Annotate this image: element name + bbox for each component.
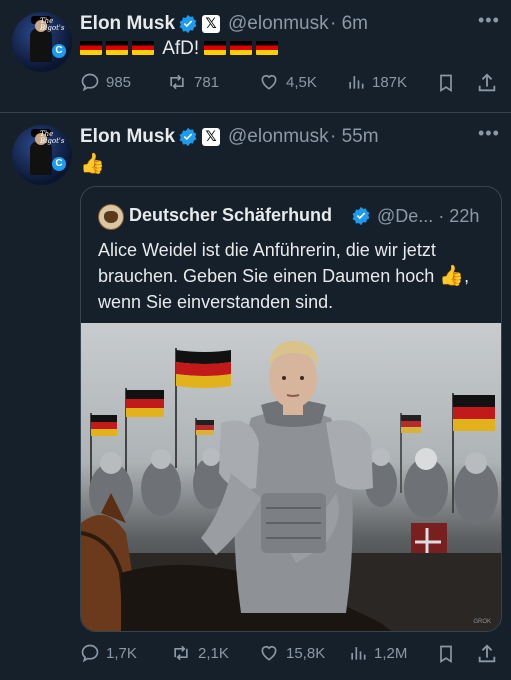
- tweet-time[interactable]: · 6m: [330, 13, 368, 35]
- views-button[interactable]: 187K: [346, 72, 407, 92]
- verified-icon: [179, 127, 197, 147]
- author-name[interactable]: Elon Musk: [80, 13, 175, 35]
- like-count: 4,5K: [286, 73, 317, 91]
- flag-de-icon: [132, 41, 154, 55]
- quoted-text-part1: Alice Weidel ist die Anführerin, die wir…: [98, 240, 436, 286]
- thumbs-up-emoji: 👍: [80, 153, 105, 175]
- quoted-tweet[interactable]: Deutscher Schäferhund @De... · 22h Alice…: [80, 186, 502, 632]
- more-icon[interactable]: •••: [478, 123, 500, 144]
- tweet-time[interactable]: · 55m: [330, 126, 379, 148]
- reply-icon: [81, 644, 99, 663]
- repost-button[interactable]: 2,1K: [170, 643, 229, 663]
- reply-icon: [81, 73, 99, 92]
- views-icon: [349, 76, 364, 89]
- views-count: 187K: [372, 73, 408, 91]
- like-button[interactable]: 4,5K: [258, 72, 317, 92]
- avatar-logo: C: [52, 44, 66, 58]
- quoted-author-handle[interactable]: @De... · 22h: [377, 206, 479, 227]
- tweet-2[interactable]: The Bigot's C Elon Musk 𝕏 @elonmusk · 55…: [0, 113, 511, 680]
- thumbs-up-emoji: 👍: [439, 265, 465, 287]
- reply-count: 985: [106, 73, 132, 91]
- share-icon[interactable]: [476, 72, 498, 94]
- knight-illustration: [81, 341, 501, 631]
- like-icon: [261, 74, 277, 90]
- quoted-time: · 22h: [438, 206, 480, 226]
- action-bar: 985 781 4,5K 187K: [80, 72, 500, 96]
- reply-button[interactable]: 1,7K: [80, 643, 137, 663]
- avatar[interactable]: The Bigot's C: [12, 12, 72, 72]
- bookmark-icon[interactable]: [436, 72, 456, 94]
- repost-icon: [170, 74, 184, 90]
- repost-icon: [174, 645, 188, 661]
- author-name[interactable]: Elon Musk: [80, 126, 175, 148]
- repost-count: 2,1K: [198, 644, 229, 662]
- author-handle[interactable]: @elonmusk: [228, 126, 329, 148]
- avatar-text: The Bigot's: [40, 17, 65, 32]
- like-button[interactable]: 15,8K: [258, 643, 325, 663]
- verified-icon: [352, 206, 370, 226]
- tweet-text-content: AfD!: [162, 38, 200, 59]
- tweet-text: AfD!: [80, 38, 282, 60]
- bookmark-icon[interactable]: [436, 643, 456, 665]
- avatar-figure: [30, 20, 52, 62]
- reply-button[interactable]: 985: [80, 72, 131, 92]
- views-count: 1,2M: [374, 644, 408, 662]
- views-button[interactable]: 1,2M: [348, 643, 407, 663]
- like-icon: [261, 645, 277, 661]
- share-icon[interactable]: [476, 643, 498, 665]
- tweet-1[interactable]: The Bigot's C Elon Musk 𝕏 @elonmusk · 6m…: [0, 0, 511, 112]
- avatar-logo: C: [52, 157, 66, 171]
- verified-icon: [179, 14, 197, 34]
- avatar-text: The Bigot's: [40, 130, 65, 145]
- quoted-text: Alice Weidel ist die Anführerin, die wir…: [98, 237, 493, 315]
- x-icon: 𝕏: [202, 128, 220, 146]
- reply-count: 1,7K: [106, 644, 137, 662]
- avatar[interactable]: The Bigot's C: [12, 125, 72, 185]
- author-handle[interactable]: @elonmusk: [228, 13, 329, 35]
- avatar-figure: [30, 133, 52, 175]
- quoted-author-name[interactable]: Deutscher Schäferhund: [129, 205, 332, 226]
- quoted-avatar[interactable]: [98, 204, 124, 230]
- quoted-handle-text: @De...: [377, 206, 434, 226]
- more-icon[interactable]: •••: [478, 10, 500, 31]
- like-count: 15,8K: [286, 644, 326, 662]
- views-icon: [351, 647, 366, 660]
- repost-button[interactable]: 781: [166, 72, 219, 92]
- quoted-image[interactable]: GROK: [81, 323, 501, 631]
- image-watermark: GROK: [473, 619, 491, 625]
- flag-de-icon: [80, 41, 102, 55]
- action-bar: 1,7K 2,1K 15,8K 1,2M: [80, 643, 500, 667]
- flag-de-icon: [230, 41, 253, 55]
- flag-de-icon: [256, 41, 279, 55]
- x-icon: 𝕏: [202, 15, 220, 33]
- flag-de-icon: [106, 41, 128, 55]
- repost-count: 781: [194, 73, 220, 91]
- flag-de-icon: [204, 41, 227, 55]
